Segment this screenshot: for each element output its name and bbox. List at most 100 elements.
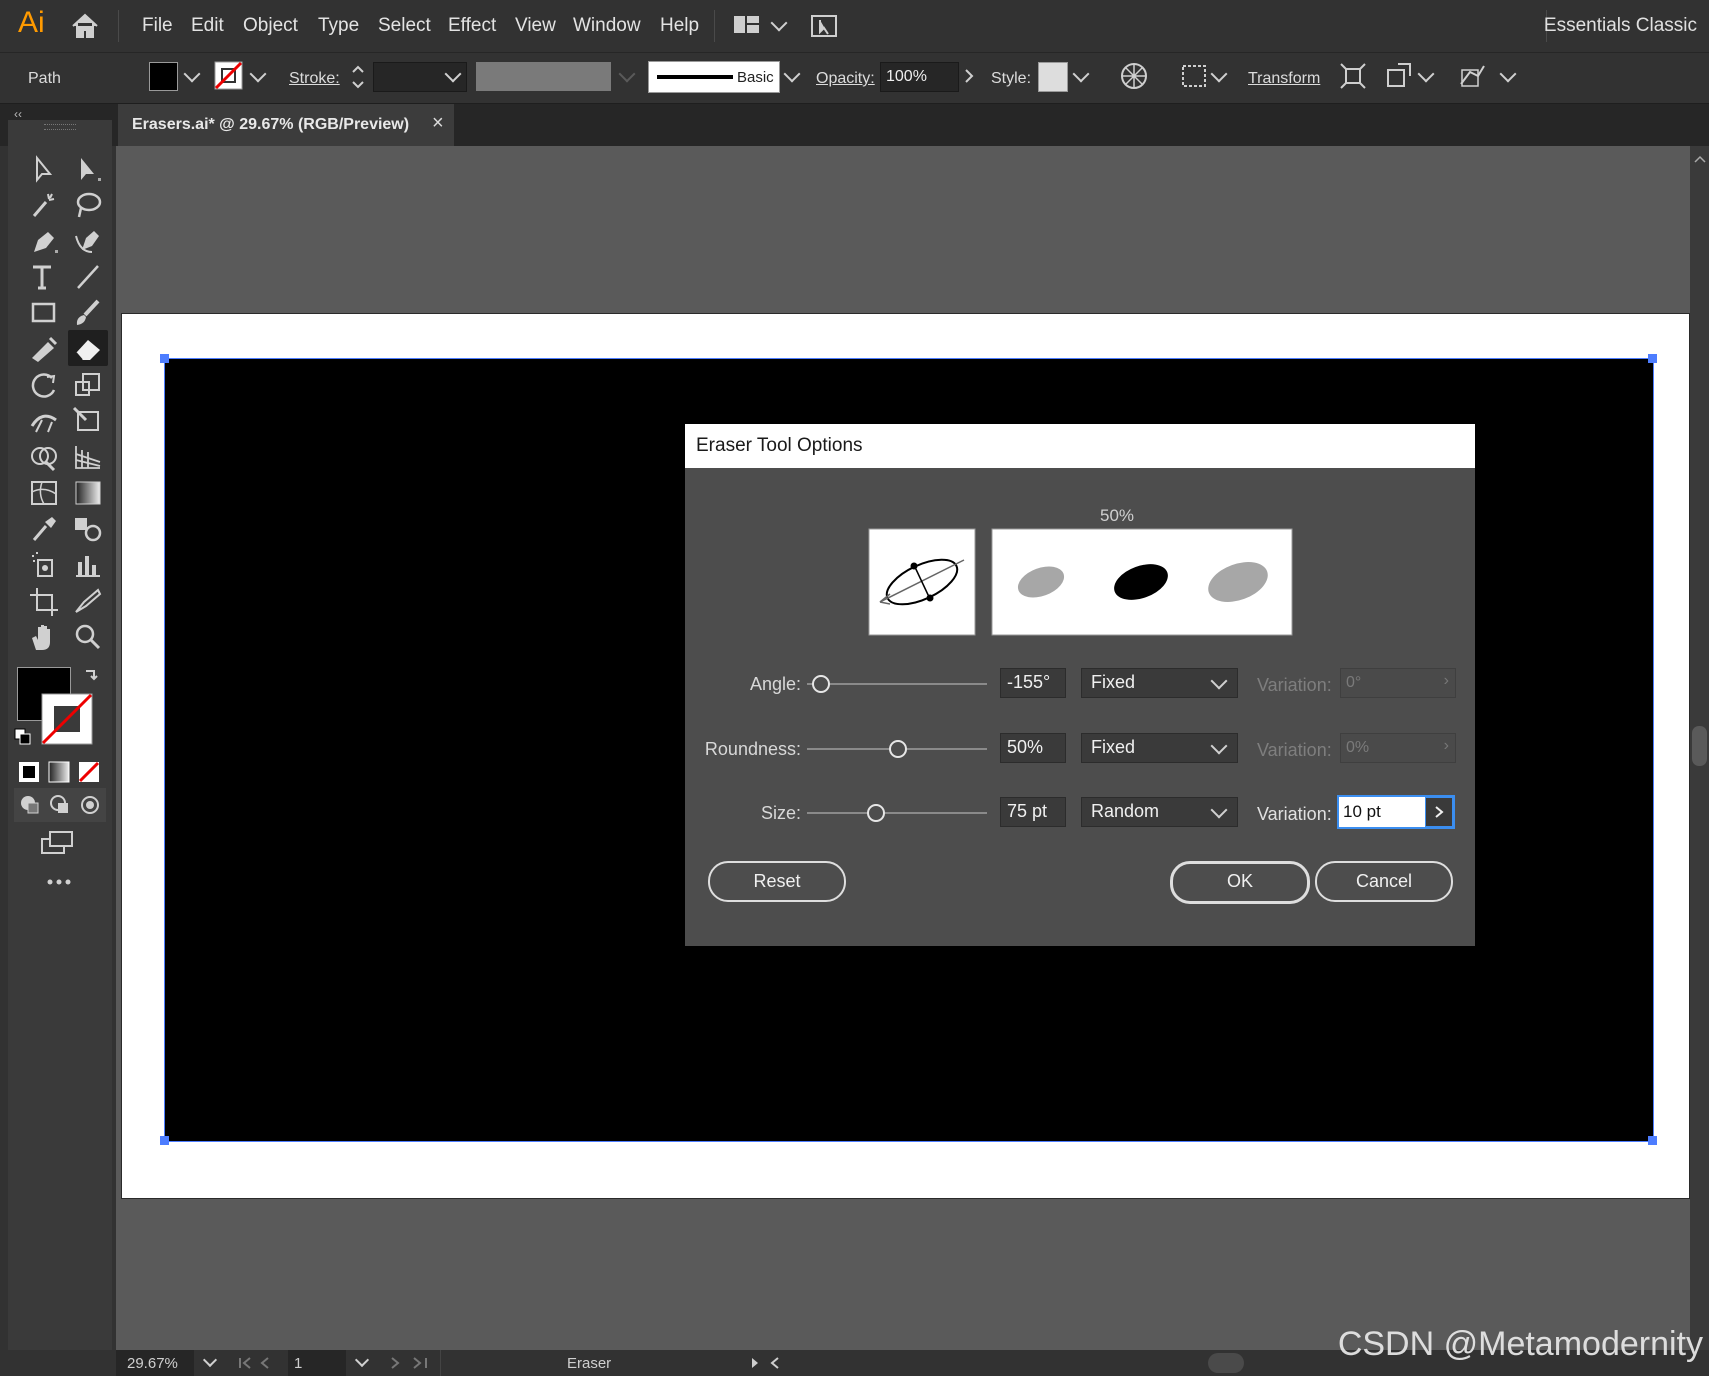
variable-width-profile[interactable] [476,62,611,91]
panel-grip[interactable] [44,124,76,130]
chevron-down-icon[interactable] [354,1352,370,1368]
size-field[interactable]: 75 pt [1000,797,1066,827]
shaper-tool-icon[interactable] [28,334,60,364]
puppet-warp-icon[interactable] [1458,62,1486,90]
opacity-label[interactable]: Opacity: [816,70,875,88]
curvature-tool-icon[interactable] [72,226,104,256]
brush-angle-preview-icon[interactable] [868,528,976,636]
eraser-tool-active[interactable] [68,330,108,366]
roundness-slider-knob[interactable] [889,740,907,758]
chevron-down-icon[interactable] [783,65,801,83]
menu-file[interactable]: File [142,15,173,37]
reset-button[interactable]: Reset [708,861,846,902]
opacity-field[interactable]: 100% [880,62,959,92]
chevron-down-icon[interactable] [1072,65,1090,83]
recolor-artwork-icon[interactable] [1120,62,1148,90]
pen-tool-icon[interactable] [28,226,60,256]
chevron-down-icon[interactable] [1417,65,1435,83]
direct-selection-tool-icon[interactable] [72,154,104,184]
transform-each-icon[interactable] [1384,62,1412,90]
roundness-mode-dropdown[interactable]: Fixed [1081,733,1238,763]
size-slider-track[interactable] [807,812,987,814]
default-colors-icon[interactable] [14,728,32,746]
chevron-down-icon[interactable] [202,1352,218,1368]
fill-swatch[interactable] [149,62,178,91]
selection-handle[interactable] [160,354,169,363]
vertical-scrollbar[interactable] [1690,146,1709,1351]
artboard-tool-icon[interactable] [28,586,60,616]
chevron-down-icon[interactable] [770,14,788,32]
selection-tool-icon[interactable] [28,154,60,184]
column-graph-tool-icon[interactable] [72,550,104,580]
draw-inside-icon[interactable] [78,793,102,817]
more-tools-icon[interactable] [46,877,72,887]
selection-handle[interactable] [1648,1136,1657,1145]
blend-tool-icon[interactable] [72,514,104,544]
menu-select[interactable]: Select [378,15,431,37]
align-icon[interactable] [1180,63,1208,89]
selection-handle[interactable] [160,1136,169,1145]
draw-normal-icon[interactable] [18,793,42,817]
chevron-down-icon[interactable] [1210,65,1228,83]
cancel-button[interactable]: Cancel [1315,861,1453,902]
stroke-stepper-icon[interactable] [350,62,366,92]
angle-slider-knob[interactable] [811,675,830,693]
scroll-up-icon[interactable] [1694,154,1706,164]
chevron-down-icon[interactable] [1499,65,1517,83]
line-segment-tool-icon[interactable] [72,262,104,292]
hand-tool-icon[interactable] [28,622,60,652]
arrange-documents-icon[interactable] [733,14,761,36]
magic-wand-tool-icon[interactable] [28,190,60,220]
isolate-object-icon[interactable] [1339,62,1367,90]
stroke-color-none-swatch-icon[interactable] [41,693,93,745]
brush-definition[interactable]: Basic [648,61,780,93]
status-menu-icon[interactable] [748,1356,788,1370]
shape-builder-tool-icon[interactable] [28,442,60,472]
gradient-mode-icon[interactable] [48,761,70,783]
cloud-documents-icon[interactable] [810,12,838,40]
color-mode-icon[interactable] [18,761,40,783]
slice-tool-icon[interactable] [72,586,104,616]
close-icon[interactable]: × [432,112,444,135]
artboard-number-field[interactable]: 1 [288,1350,346,1376]
first-previous-artboard-icon[interactable] [238,1356,288,1370]
size-slider-knob[interactable] [867,804,886,822]
angle-field[interactable]: -155° [1000,668,1066,698]
transform-link[interactable]: Transform [1248,70,1320,88]
menu-effect[interactable]: Effect [448,15,496,37]
draw-behind-icon[interactable] [48,793,72,817]
stroke-label[interactable]: Stroke: [289,70,340,88]
angle-slider-track[interactable] [807,683,987,685]
selection-handle[interactable] [1648,354,1657,363]
gradient-tool-icon[interactable] [72,478,104,508]
mesh-tool-icon[interactable] [28,478,60,508]
roundness-field[interactable]: 50% [1000,733,1066,763]
scale-tool-icon[interactable] [72,370,104,400]
menu-view[interactable]: View [515,15,556,37]
next-last-artboard-icon[interactable] [386,1356,436,1370]
type-tool-icon[interactable] [28,262,60,292]
rotate-tool-icon[interactable] [28,370,60,400]
zoom-field[interactable]: 29.67% [116,1350,194,1376]
stroke-none-swatch-icon[interactable] [214,61,243,90]
chevron-down-icon[interactable] [249,65,267,83]
none-mode-icon[interactable] [78,761,100,783]
menu-window[interactable]: Window [573,15,641,37]
swap-colors-icon[interactable] [82,665,100,683]
size-mode-dropdown[interactable]: Random [1081,797,1238,827]
perspective-grid-tool-icon[interactable] [72,442,104,472]
menu-object[interactable]: Object [243,15,298,37]
rectangle-tool-icon[interactable] [28,298,60,328]
paintbrush-tool-icon[interactable] [72,298,104,328]
width-tool-icon[interactable] [28,406,60,436]
lasso-tool-icon[interactable] [72,190,104,220]
document-tab[interactable]: Erasers.ai* @ 29.67% (RGB/Preview) × [118,104,454,146]
scroll-thumb[interactable] [1692,726,1707,766]
menu-help[interactable]: Help [660,15,699,37]
eyedropper-tool-icon[interactable] [28,514,60,544]
size-variation-stepper[interactable] [1425,797,1453,827]
change-screen-mode-icon[interactable] [40,829,76,857]
free-transform-tool-icon[interactable] [72,406,104,436]
ok-button[interactable]: OK [1170,861,1310,904]
workspace-switcher[interactable]: Essentials Classic [1544,15,1697,37]
